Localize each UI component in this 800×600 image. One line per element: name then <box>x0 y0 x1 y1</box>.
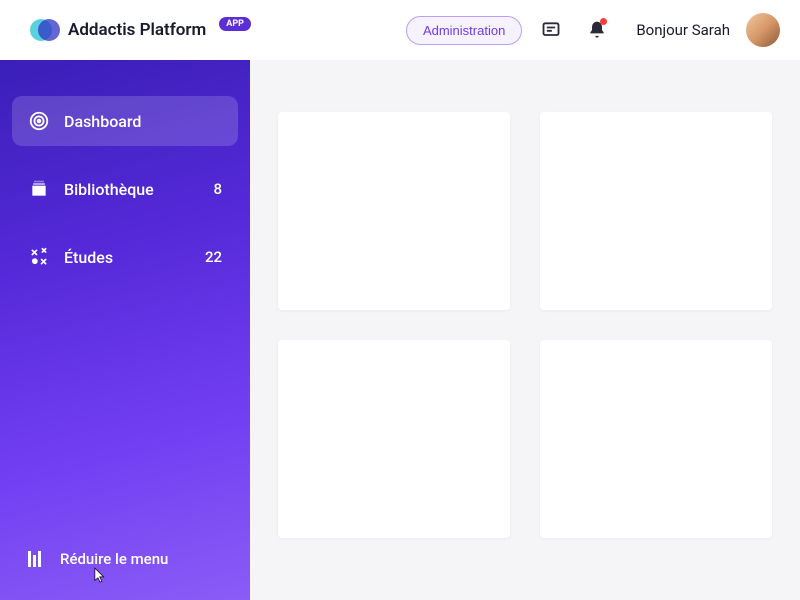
target-icon <box>28 110 50 132</box>
logo[interactable]: Addactis Platform APP <box>30 19 251 41</box>
sidebar-item-count: 8 <box>213 180 222 198</box>
collapse-menu-button[interactable]: Réduire le menu <box>12 538 238 580</box>
studies-icon <box>28 246 50 268</box>
dashboard-card[interactable] <box>540 340 772 538</box>
logo-icon <box>30 19 58 41</box>
sidebar-item-count: 22 <box>205 248 222 266</box>
dashboard-card[interactable] <box>540 112 772 310</box>
sidebar-item-label: Études <box>64 248 191 267</box>
sidebar-item-label: Bibliothèque <box>64 180 199 199</box>
topbar: Addactis Platform APP Administration Bon… <box>0 0 800 60</box>
platform-name: Addactis Platform <box>68 20 206 40</box>
main-content <box>250 60 800 600</box>
dashboard-card[interactable] <box>278 340 510 538</box>
administration-button[interactable]: Administration <box>406 16 522 45</box>
dashboard-cards-grid <box>278 112 772 538</box>
sidebar-item-label: Dashboard <box>64 112 222 131</box>
collapse-icon <box>28 551 46 567</box>
sidebar: Dashboard Bibliothèque 8 Études <box>0 60 250 600</box>
app-badge: APP <box>219 17 251 31</box>
bell-icon[interactable] <box>586 19 608 41</box>
sidebar-item-studies[interactable]: Études 22 <box>12 232 238 282</box>
avatar[interactable] <box>746 13 780 47</box>
greeting-text: Bonjour Sarah <box>636 21 730 39</box>
cursor-icon <box>94 567 108 585</box>
sidebar-item-library[interactable]: Bibliothèque 8 <box>12 164 238 214</box>
library-icon <box>28 178 50 200</box>
sidebar-item-dashboard[interactable]: Dashboard <box>12 96 238 146</box>
collapse-label: Réduire le menu <box>60 550 168 568</box>
dashboard-card[interactable] <box>278 112 510 310</box>
chat-icon[interactable] <box>540 19 562 41</box>
